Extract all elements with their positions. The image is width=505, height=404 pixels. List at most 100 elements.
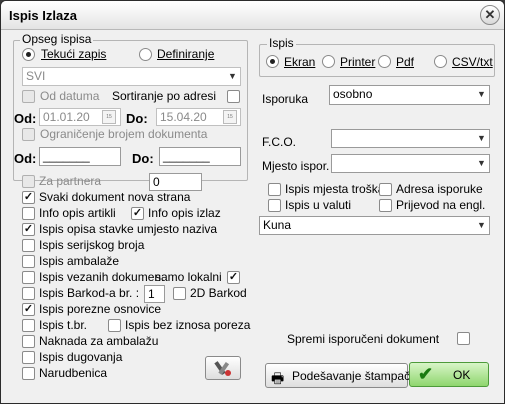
option-label-ambalaze: Ispis ambalaže [39,254,120,268]
option-checkbox-info-opis-izlaz[interactable]: ✓ [131,207,144,220]
option-label-info-opis-izlaz: Info opis izlaz [148,206,221,220]
radio-ekran[interactable] [266,55,279,68]
za-partnera-checkbox[interactable] [22,175,35,188]
podesavanje-stampaca-button[interactable]: 🖶 Podešavanje štampača [265,363,417,388]
window-title: Ispis Izlaza [9,8,77,23]
do-date-value: 15.04.20 [160,110,207,124]
right-checkbox-mjesta-troska[interactable] [268,183,281,196]
option-checkbox-bez-iznosa-poreza[interactable] [108,319,121,332]
option-label-ispis-opisa-stavke: Ispis opisa stavke umjesto naziva [39,222,218,236]
right-label-u-valuti: Ispis u valuti [285,198,352,212]
ispis-group-label: Ispis [267,36,296,50]
right-label-adresa-isporuke: Adresa isporuke [396,182,483,196]
option-label-barkod: Ispis Barkod-a br. : [39,286,140,300]
chevron-down-icon: ▼ [477,158,486,168]
printer-icon: 🖶 [271,370,285,386]
right-checkbox-u-valuti[interactable] [268,199,281,212]
option-checkbox-vezanih-dokumen[interactable] [22,271,35,284]
sortiranje-label: Sortiranje po adresi [112,89,217,103]
radio-ekran-label: Ekran [284,55,316,69]
option-checkbox-ispis-opisa-stavke[interactable]: ✓ [22,223,35,236]
option-label-narudbenica: Narudbenica [39,366,108,380]
isporuka-dropdown[interactable]: osobno ▼ [329,85,490,105]
option-label-2d-barkod: 2D Barkod [190,286,247,300]
od-datuma-checkbox[interactable] [22,90,35,103]
option-checkbox-barkod[interactable] [22,287,35,300]
option-label-naknada-ambalazu: Naknada za ambalažu [39,334,159,348]
spremi-label: Spremi isporučeni dokument [287,332,440,346]
option-label-serijskog-broja: Ispis serijskog broja [39,238,145,252]
chevron-down-icon: ▼ [477,133,486,143]
close-icon: ✕ [484,7,496,22]
od-datuma-label: Od datuma [40,89,100,103]
za-partnera-input[interactable]: 0 [149,173,202,191]
ogranicenje-checkbox[interactable] [22,128,35,141]
od2-value: _______ [43,149,90,163]
radio-printer[interactable] [322,55,335,68]
option-checkbox-porezne-osnovice[interactable]: ✓ [22,303,35,316]
tools-button[interactable] [205,356,241,380]
podesavanje-label: Podešavanje štampača [292,369,417,383]
title-bar: Ispis Izlaza ✕ [1,1,504,30]
mjesto-dropdown[interactable]: ▼ [331,154,490,173]
spremi-checkbox[interactable] [457,332,470,345]
do2-label: Do: [132,151,154,166]
chevron-down-icon: ▼ [477,220,486,230]
option-checkbox-samo-lokalni[interactable]: ✓ [227,271,240,284]
barkod-value: 1 [148,287,155,301]
option-label-svaki-dokument: Svaki dokument nova strana [39,190,191,204]
option-label-vezanih-dokumen: Ispis vezanih dokumen. [39,270,165,284]
isporuka-value: osobno [333,87,373,101]
radio-definiranje[interactable] [139,48,152,61]
option-checkbox-ispis-tbr[interactable] [22,319,35,332]
ok-label: OK [453,368,471,382]
option-checkbox-info-opis-artikli[interactable] [22,207,35,220]
fco-dropdown[interactable]: ▼ [331,129,490,148]
dialog-window: Ispis Izlaza ✕ Opseg ispisa Tekući zapis… [0,0,505,404]
option-checkbox-naknada-ambalazu[interactable] [22,335,35,348]
option-checkbox-svaki-dokument[interactable]: ✓ [22,191,35,204]
option-label-bez-iznosa-poreza: Ispis bez iznosa poreza [125,318,251,332]
right-checkbox-adresa-isporuke[interactable] [379,183,392,196]
close-button[interactable]: ✕ [480,5,500,25]
check-icon: ✔ [418,364,434,384]
option-checkbox-ambalaze[interactable] [22,255,35,268]
radio-tekuci-label: Tekući zapis [41,47,107,61]
calendar-icon[interactable]: 15 [102,110,116,124]
sortiranje-checkbox[interactable] [227,90,240,103]
radio-pdf-label: Pdf [396,55,415,69]
option-checkbox-narudbenica[interactable] [22,367,35,380]
od2-input[interactable]: _______ [39,147,121,166]
radio-printer-label: Printer [340,55,376,69]
right-checkbox-prijevod[interactable] [379,199,392,212]
option-checkbox-2d-barkod[interactable] [173,287,186,300]
ok-button[interactable]: ✔ OK [409,362,489,387]
currency-dropdown[interactable]: Kuna ▼ [259,216,490,235]
calendar-icon[interactable]: 15 [223,110,237,124]
radio-pdf[interactable] [378,55,391,68]
chevron-down-icon: ▼ [477,89,486,99]
option-label-porezne-osnovice: Ispis porezne osnovice [39,302,162,316]
option-checkbox-serijskog-broja[interactable] [22,239,35,252]
option-label-dugovanja: Ispis dugovanja [39,350,123,364]
do2-input[interactable]: _______ [159,147,241,166]
option-checkbox-dugovanja[interactable] [22,351,35,364]
od-date-value: 01.01.20 [43,110,90,124]
selection-value: SVI [26,69,46,83]
option-label-samo-lokalni: samo lokalni [155,270,222,284]
od2-label: Od: [14,151,37,166]
radio-tekuci-zapis[interactable] [22,48,35,61]
mjesto-label: Mjesto ispor. [262,159,330,173]
right-label-mjesta-troska: Ispis mjesta troška [285,182,385,196]
right-label-prijevod: Prijevod na engl. [396,198,486,212]
barkod-input[interactable]: 1 [144,285,165,303]
opseg-ispisa-label: Opseg ispisa [20,32,94,46]
radio-csv[interactable] [434,55,447,68]
chevron-down-icon: ▼ [228,71,237,81]
selection-dropdown[interactable]: SVI ▼ [22,67,241,86]
currency-value: Kuna [263,218,292,232]
za-partnera-label: Za partnera [39,174,102,188]
ogranicenje-label: Ograničenje brojem dokumenta [40,127,208,141]
option-label-ispis-tbr: Ispis t.br. [39,318,88,332]
radio-csv-label: CSV/txt [452,55,493,69]
